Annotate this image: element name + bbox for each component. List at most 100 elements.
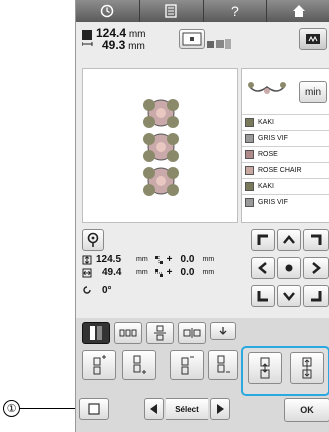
spacing-increase-icon — [302, 357, 312, 379]
select-next-button[interactable] — [210, 398, 230, 420]
array-vertical-icon — [90, 326, 102, 340]
tab-clock[interactable] — [76, 0, 140, 22]
center-button[interactable] — [277, 257, 301, 279]
move-down-button[interactable] — [277, 285, 301, 307]
callout-line — [20, 408, 77, 409]
min-button[interactable]: min — [299, 81, 327, 103]
min-button-label: min — [304, 86, 322, 98]
tab-home[interactable] — [267, 0, 329, 22]
rotate-icon — [83, 286, 91, 294]
thread-swatch — [245, 198, 254, 207]
vertical-offset-value: 0.0 — [180, 254, 195, 265]
thread-swatch — [245, 134, 254, 143]
embroidery-edit-screen: ? 124.4 mm 49.3 mm min KAKI GRIS VIF ROS… — [75, 0, 329, 432]
chevron-right-icon — [312, 262, 321, 274]
height-icon — [82, 255, 92, 264]
add-column-button[interactable] — [82, 350, 116, 380]
horizontal-offset-value: 0.0 — [180, 267, 195, 278]
decrease-spacing-button[interactable] — [248, 352, 282, 384]
tab-help[interactable]: ? — [204, 0, 268, 22]
height-value: 124.5 — [96, 254, 122, 265]
move-down-left-button[interactable] — [251, 285, 275, 307]
magnify-button[interactable] — [82, 229, 104, 251]
remove-column-button[interactable] — [170, 350, 204, 380]
size-readout: 124.4 mm 49.3 mm — [96, 27, 146, 52]
remove-row-button[interactable] — [208, 350, 238, 380]
thread-swatch — [245, 182, 254, 191]
tab-more[interactable] — [210, 322, 236, 340]
download-icon — [219, 327, 227, 335]
document-icon — [165, 4, 177, 18]
home-icon — [292, 5, 305, 17]
spacing-vertical-icon — [154, 325, 166, 341]
layout-readout: 124.5 mm + 0.0 mm 49.4 mm + 0.0 mm 0° — [82, 253, 242, 298]
center-dot-icon — [285, 264, 293, 272]
array-horizontal-icon — [119, 329, 137, 337]
hoop-view-button[interactable] — [179, 29, 205, 49]
thread-name: KAKI — [258, 183, 274, 190]
size-unit: mm — [128, 29, 146, 40]
width-icon — [82, 268, 92, 277]
thread-item[interactable]: KAKI — [242, 114, 329, 130]
thread-item[interactable]: KAKI — [242, 178, 329, 194]
floral-embroidery-icon — [143, 99, 179, 196]
move-up-button[interactable] — [277, 229, 301, 251]
select-label: Sélect — [166, 398, 208, 420]
move-up-right-button[interactable] — [303, 229, 329, 251]
thread-name: ROSE CHAIR — [258, 167, 302, 174]
spacing-decrease-icon — [260, 357, 270, 379]
remove-top-icon — [181, 356, 194, 375]
offset-prefix: + — [166, 254, 173, 265]
hoop-icon — [182, 32, 202, 46]
select-prev-button[interactable] — [144, 398, 164, 420]
tab-array-horizontal[interactable] — [114, 322, 142, 344]
help-icon: ? — [230, 3, 239, 19]
triangle-right-icon — [217, 404, 224, 414]
corner-down-right-icon — [311, 291, 322, 302]
spacing-horizontal-icon — [183, 328, 201, 338]
stitch-image-button[interactable] — [299, 28, 327, 50]
tab-spacing-horizontal[interactable] — [178, 322, 206, 344]
corner-up-left-icon — [257, 234, 268, 245]
remove-bottom-icon — [217, 355, 230, 373]
add-bottom-icon — [133, 355, 146, 374]
tab-document[interactable] — [140, 0, 204, 22]
clock-icon — [101, 4, 114, 18]
motif-preview-icon — [248, 82, 286, 94]
increase-spacing-button[interactable] — [290, 352, 324, 384]
thread-name: ROSE — [258, 151, 278, 158]
offset-unit: mm — [202, 256, 215, 263]
width-value: 49.4 — [102, 267, 122, 278]
chevron-left-icon — [258, 262, 267, 274]
move-down-right-button[interactable] — [303, 285, 329, 307]
thread-swatch — [245, 118, 254, 127]
monitor-icon — [306, 34, 320, 44]
ok-button[interactable]: OK — [284, 398, 329, 422]
embroidery-preview — [82, 68, 238, 223]
offset-unit-2: mm — [202, 269, 215, 276]
thread-item[interactable]: ROSE — [242, 146, 329, 162]
thread-swatch — [245, 150, 254, 159]
hoop-size-icon — [207, 39, 231, 49]
tab-spacing-vertical[interactable] — [146, 322, 174, 344]
callout-number: ① — [3, 400, 20, 417]
thread-item[interactable]: ROSE CHAIR — [242, 162, 329, 178]
checkbox-button[interactable] — [79, 398, 109, 420]
thread-name: KAKI — [258, 119, 274, 126]
horizontal-offset-icon — [154, 268, 163, 277]
thread-item[interactable]: GRIS VIF — [242, 194, 329, 210]
move-up-left-button[interactable] — [251, 229, 275, 251]
size-icon — [82, 30, 93, 46]
square-icon — [88, 403, 100, 415]
tab-array-selected[interactable] — [82, 322, 110, 344]
angle-value: 0° — [102, 284, 112, 296]
chevron-down-icon — [283, 292, 295, 301]
height-unit: mm — [136, 256, 148, 263]
triangle-left-icon — [150, 404, 157, 414]
thread-color-panel: min KAKI GRIS VIF ROSE ROSE CHAIR KAKI G… — [241, 68, 329, 223]
move-left-button[interactable] — [251, 257, 275, 279]
move-right-button[interactable] — [303, 257, 329, 279]
add-row-button[interactable] — [122, 350, 156, 380]
corner-down-left-icon — [257, 291, 268, 302]
thread-item[interactable]: GRIS VIF — [242, 130, 329, 146]
